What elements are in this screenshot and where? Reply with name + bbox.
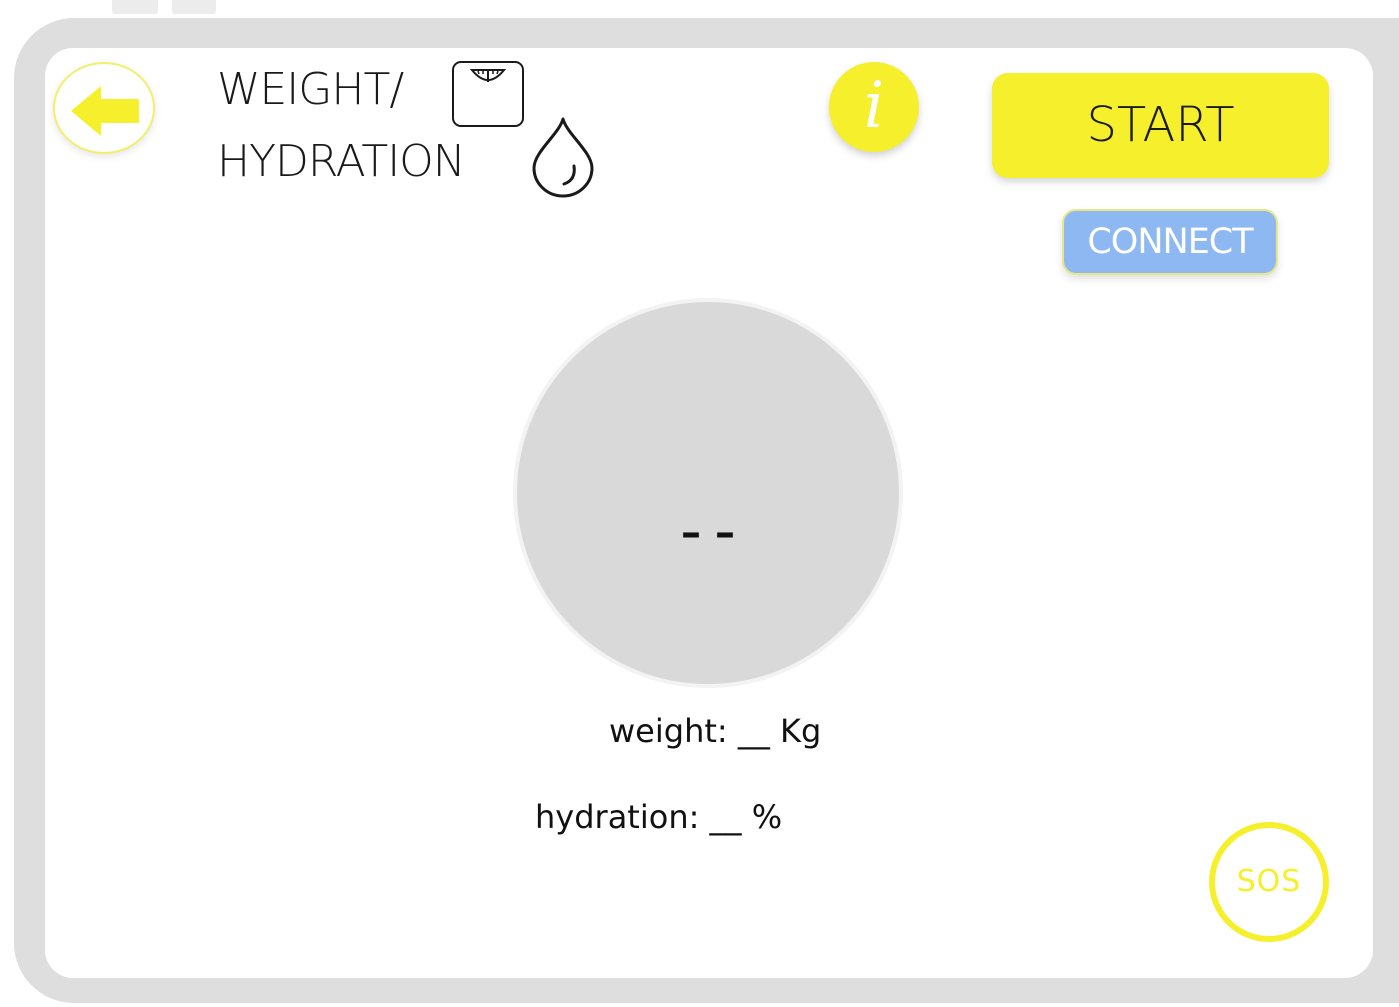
scale-icon — [452, 61, 524, 127]
frame-tab-hint — [172, 0, 216, 14]
frame-tab-hint — [112, 0, 158, 14]
connect-button-label: CONNECT — [1087, 222, 1253, 262]
water-drop-icon — [532, 117, 594, 198]
connect-button[interactable]: CONNECT — [1062, 209, 1278, 275]
sos-button[interactable]: SOS — [1209, 822, 1329, 942]
sos-button-label: SOS — [1236, 864, 1302, 899]
page-title-line2: HYDRATION — [217, 136, 466, 187]
measurement-gauge: – – — [513, 298, 903, 688]
app-screen: WEIGHT/ HYDRATION i START CONNECT – – we… — [45, 48, 1373, 978]
gauge-value: – – — [681, 510, 735, 556]
start-button-label: START — [1086, 97, 1235, 153]
info-icon: i — [863, 69, 885, 143]
page-title-line1: WEIGHT/ — [217, 64, 404, 115]
weight-reading: weight: __ Kg — [609, 712, 822, 750]
hydration-reading: hydration: __ % — [535, 798, 783, 836]
back-button[interactable] — [53, 62, 155, 154]
start-button[interactable]: START — [992, 73, 1329, 178]
info-button[interactable]: i — [829, 62, 919, 152]
arrow-left-icon — [71, 86, 139, 136]
